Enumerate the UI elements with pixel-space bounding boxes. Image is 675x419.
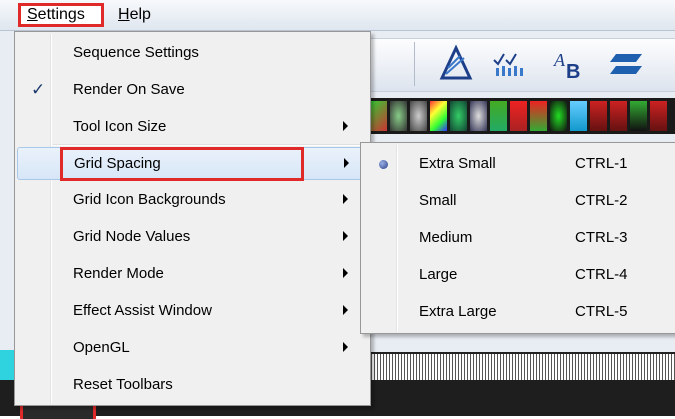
checkmarks-tool-icon[interactable] (490, 44, 530, 84)
submenu-arrow-icon (343, 305, 348, 315)
submenu-arrow-icon (343, 342, 348, 352)
submenu-item-label: Small (419, 192, 457, 209)
menu-item-label: Effect Assist Window (73, 302, 212, 319)
settings-menu: Sequence Settings ✓ Render On Save Tool … (14, 31, 371, 406)
text-effect-tool-icon[interactable]: A B (550, 44, 590, 84)
menu-settings[interactable]: Settings (18, 3, 104, 27)
triangle-tool-icon[interactable] (436, 44, 476, 84)
submenu-item-label: Extra Large (419, 303, 497, 320)
menubar: Settings Help (0, 0, 675, 31)
submenu-arrow-icon (343, 268, 348, 278)
left-edge-panel (0, 350, 14, 380)
shortcut-label: CTRL-4 (575, 266, 628, 283)
submenu-item-medium[interactable]: Medium CTRL-3 (363, 222, 671, 255)
menu-item-effect-assist-window[interactable]: Effect Assist Window (17, 295, 367, 328)
settings-mnemonic: S (27, 6, 38, 23)
help-label-rest: elp (129, 6, 151, 23)
menu-item-label: Render On Save (73, 81, 185, 98)
shortcut-label: CTRL-5 (575, 303, 628, 320)
toolbar-separator (414, 42, 415, 86)
menu-item-label: Tool Icon Size (73, 118, 167, 135)
menu-item-render-mode[interactable]: Render Mode (17, 258, 367, 291)
checkmark-icon: ✓ (31, 80, 46, 99)
layers-tool-icon[interactable] (608, 44, 648, 84)
submenu-item-label: Medium (419, 229, 473, 246)
settings-label-rest: ettings (37, 6, 85, 23)
menu-item-label: Grid Icon Backgrounds (73, 191, 226, 208)
menu-item-opengl[interactable]: OpenGL (17, 332, 367, 365)
menu-item-label: OpenGL (73, 339, 130, 356)
radio-bullet-icon (379, 160, 388, 169)
menu-separator (53, 144, 367, 146)
help-mnemonic: H (118, 6, 130, 23)
menu-item-label: Reset Toolbars (73, 376, 173, 393)
menu-item-sequence-settings[interactable]: Sequence Settings (17, 37, 367, 70)
grid-spacing-submenu: Extra Small CTRL-1 Small CTRL-2 Medium C… (360, 142, 675, 334)
submenu-arrow-icon (343, 194, 348, 204)
menu-item-label: Grid Node Values (73, 228, 191, 245)
submenu-arrow-icon (344, 158, 349, 168)
shortcut-label: CTRL-2 (575, 192, 628, 209)
annotation-highlight-grid-spacing (60, 147, 304, 181)
menu-help[interactable]: Help (112, 4, 157, 26)
effect-preview-strip (360, 98, 675, 134)
menu-item-tool-icon-size[interactable]: Tool Icon Size (17, 111, 367, 144)
submenu-item-label: Extra Small (419, 155, 496, 172)
submenu-item-large[interactable]: Large CTRL-4 (363, 259, 671, 292)
shortcut-label: CTRL-3 (575, 229, 628, 246)
menu-item-label: Render Mode (73, 265, 164, 282)
timeline-ruler[interactable] (360, 352, 675, 382)
menu-item-render-on-save[interactable]: ✓ Render On Save (17, 74, 367, 107)
submenu-item-extra-large[interactable]: Extra Large CTRL-5 (363, 296, 671, 329)
submenu-item-label: Large (419, 266, 458, 283)
submenu-item-small[interactable]: Small CTRL-2 (363, 185, 671, 218)
menu-item-grid-icon-backgrounds[interactable]: Grid Icon Backgrounds (17, 184, 367, 217)
menu-item-reset-toolbars[interactable]: Reset Toolbars (17, 369, 367, 402)
menu-item-label: Sequence Settings (73, 44, 199, 61)
submenu-item-extra-small[interactable]: Extra Small CTRL-1 (363, 148, 671, 181)
shortcut-label: CTRL-1 (575, 155, 628, 172)
submenu-arrow-icon (343, 231, 348, 241)
menu-item-grid-node-values[interactable]: Grid Node Values (17, 221, 367, 254)
submenu-arrow-icon (343, 121, 348, 131)
svg-text:A: A (553, 50, 566, 70)
svg-text:B: B (566, 61, 580, 83)
